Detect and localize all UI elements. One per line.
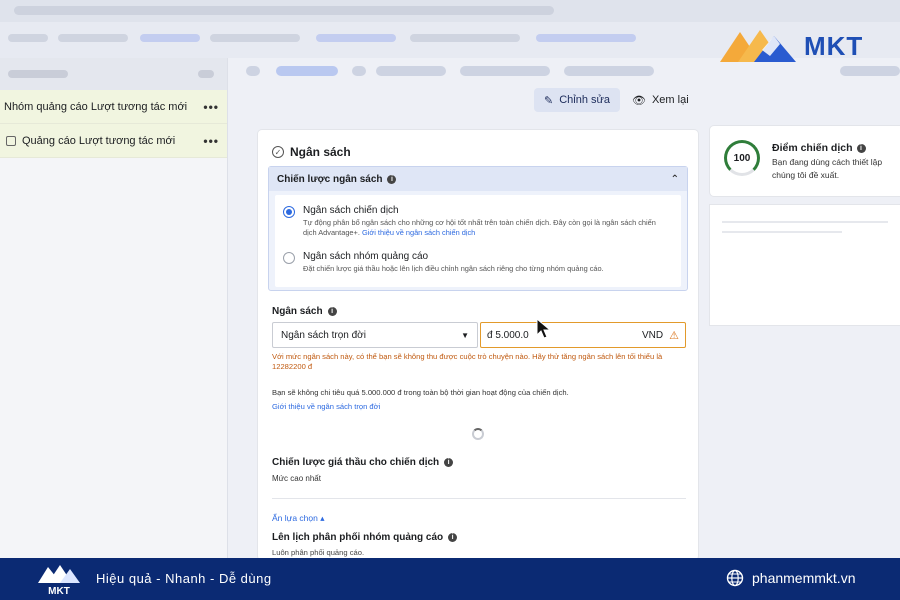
edit-button[interactable]: ✎ Chỉnh sửa xyxy=(534,88,620,112)
score-gauge: 100 xyxy=(724,140,760,176)
sidebar-item-ad[interactable]: Quảng cáo Lượt tương tác mới ••• xyxy=(0,124,227,158)
chevron-up-icon[interactable]: ⌃ xyxy=(671,174,679,185)
budget-card: ✓ Ngân sách Chiến lược ngân sách i ⌃ Ngâ… xyxy=(258,130,698,560)
budget-options: Ngân sách chiến dịch Tự động phân bổ ngâ… xyxy=(275,195,681,287)
top-toolbar xyxy=(228,58,900,86)
budget-amount-input[interactable]: đ 5.000.0 VND ⚠ xyxy=(480,322,686,348)
check-circle-icon: ✓ xyxy=(272,146,284,158)
sidebar-item-adset[interactable]: Nhóm quảng cáo Lượt tương tác mới ••• xyxy=(0,90,227,124)
globe-icon xyxy=(726,569,744,587)
address-bar[interactable] xyxy=(14,6,554,15)
mkt-mini-logo-icon: MKT xyxy=(38,565,80,597)
loading-spinner-icon xyxy=(472,428,484,440)
budget-strategy-header[interactable]: Chiến lược ngân sách i ⌃ xyxy=(269,167,687,191)
more-options-icon[interactable]: ••• xyxy=(203,100,219,114)
bookmark[interactable] xyxy=(316,34,396,42)
divider xyxy=(272,498,686,499)
pencil-icon: ✎ xyxy=(544,94,554,107)
learn-campaign-budget-link[interactable]: Giới thiệu về ngân sách chiến dịch xyxy=(362,228,475,237)
budget-strategy-panel: Chiến lược ngân sách i ⌃ Ngân sách chiến… xyxy=(268,166,688,291)
section-title: ✓ Ngân sách xyxy=(272,145,351,159)
bookmark[interactable] xyxy=(58,34,128,42)
bookmark[interactable] xyxy=(536,34,636,42)
bid-strategy-title: Chiến lược giá thầu cho chiến dịch i xyxy=(272,457,454,468)
radio-selected[interactable] xyxy=(283,206,295,218)
info-icon[interactable]: i xyxy=(444,458,454,467)
sidebar-item-label: Nhóm quảng cáo Lượt tương tác mới xyxy=(4,100,188,113)
caret-down-icon: ▼ xyxy=(461,330,469,340)
info-icon[interactable]: i xyxy=(327,307,337,316)
budget-label: Ngân sách i xyxy=(272,306,337,317)
sidebar-header xyxy=(0,58,227,90)
more-options-icon[interactable]: ••• xyxy=(203,134,219,148)
option-adset-budget[interactable]: Ngân sách nhóm quảng cáo Đặt chiến lược … xyxy=(283,251,663,274)
bid-strategy-value: Mức cao nhất xyxy=(272,474,321,483)
spend-note: Bạn sẽ không chi tiêu quá 5.000.000 đ tr… xyxy=(272,388,569,397)
info-icon[interactable]: i xyxy=(856,143,866,153)
hide-options-link[interactable]: Ẩn lựa chọn ▴ xyxy=(272,513,325,524)
score-desc: Bạn đang dùng cách thiết lập chúng tôi đ… xyxy=(772,157,883,180)
budget-type-select[interactable]: Ngân sách trọn đời ▼ xyxy=(272,322,478,348)
mouse-cursor-icon xyxy=(536,318,552,339)
review-button[interactable]: 👁 Xem lại xyxy=(624,88,697,112)
bookmark[interactable] xyxy=(140,34,200,42)
warning-icon: ⚠ xyxy=(669,329,679,342)
right-placeholder-panel xyxy=(710,205,900,325)
lifetime-budget-link[interactable]: Giới thiệu về ngân sách trọn đời xyxy=(272,402,380,411)
currency-label: VND xyxy=(642,329,664,341)
logo-text: MKT xyxy=(804,30,864,61)
svg-text:MKT: MKT xyxy=(48,586,70,597)
sidebar-item-label: Quảng cáo Lượt tương tác mới xyxy=(22,134,176,147)
budget-warning: Với mức ngân sách này, có thể bạn sẽ khô… xyxy=(272,352,663,371)
bookmark[interactable] xyxy=(8,34,48,42)
option-campaign-budget[interactable]: Ngân sách chiến dịch Tự động phân bổ ngâ… xyxy=(283,205,663,238)
brand-footer: MKT Hiệu quả - Nhanh - Dễ dùng phanmemmk… xyxy=(0,558,900,600)
info-icon[interactable]: i xyxy=(387,174,397,184)
campaign-score-card: 100 Điểm chiến dịch i Bạn đang dùng cách… xyxy=(710,126,900,196)
schedule-title: Lên lịch phân phối nhóm quảng cáo i xyxy=(272,532,458,543)
bookmark[interactable] xyxy=(210,34,300,42)
campaign-tree-sidebar: Nhóm quảng cáo Lượt tương tác mới ••• Qu… xyxy=(0,58,228,558)
eye-icon: 👁 xyxy=(632,94,646,107)
tagline: Hiệu quả - Nhanh - Dễ dùng xyxy=(96,571,272,586)
bookmark[interactable] xyxy=(410,34,520,42)
website-link[interactable]: phanmemmkt.vn xyxy=(752,570,855,586)
schedule-value: Luôn phân phối quảng cáo. xyxy=(272,548,365,557)
radio-unselected[interactable] xyxy=(283,252,295,264)
mode-switch: ✎ Chỉnh sửa 👁 Xem lại xyxy=(228,86,900,116)
ad-icon xyxy=(6,135,16,146)
score-title: Điểm chiến dịch i xyxy=(772,142,866,154)
info-icon[interactable]: i xyxy=(448,533,458,542)
